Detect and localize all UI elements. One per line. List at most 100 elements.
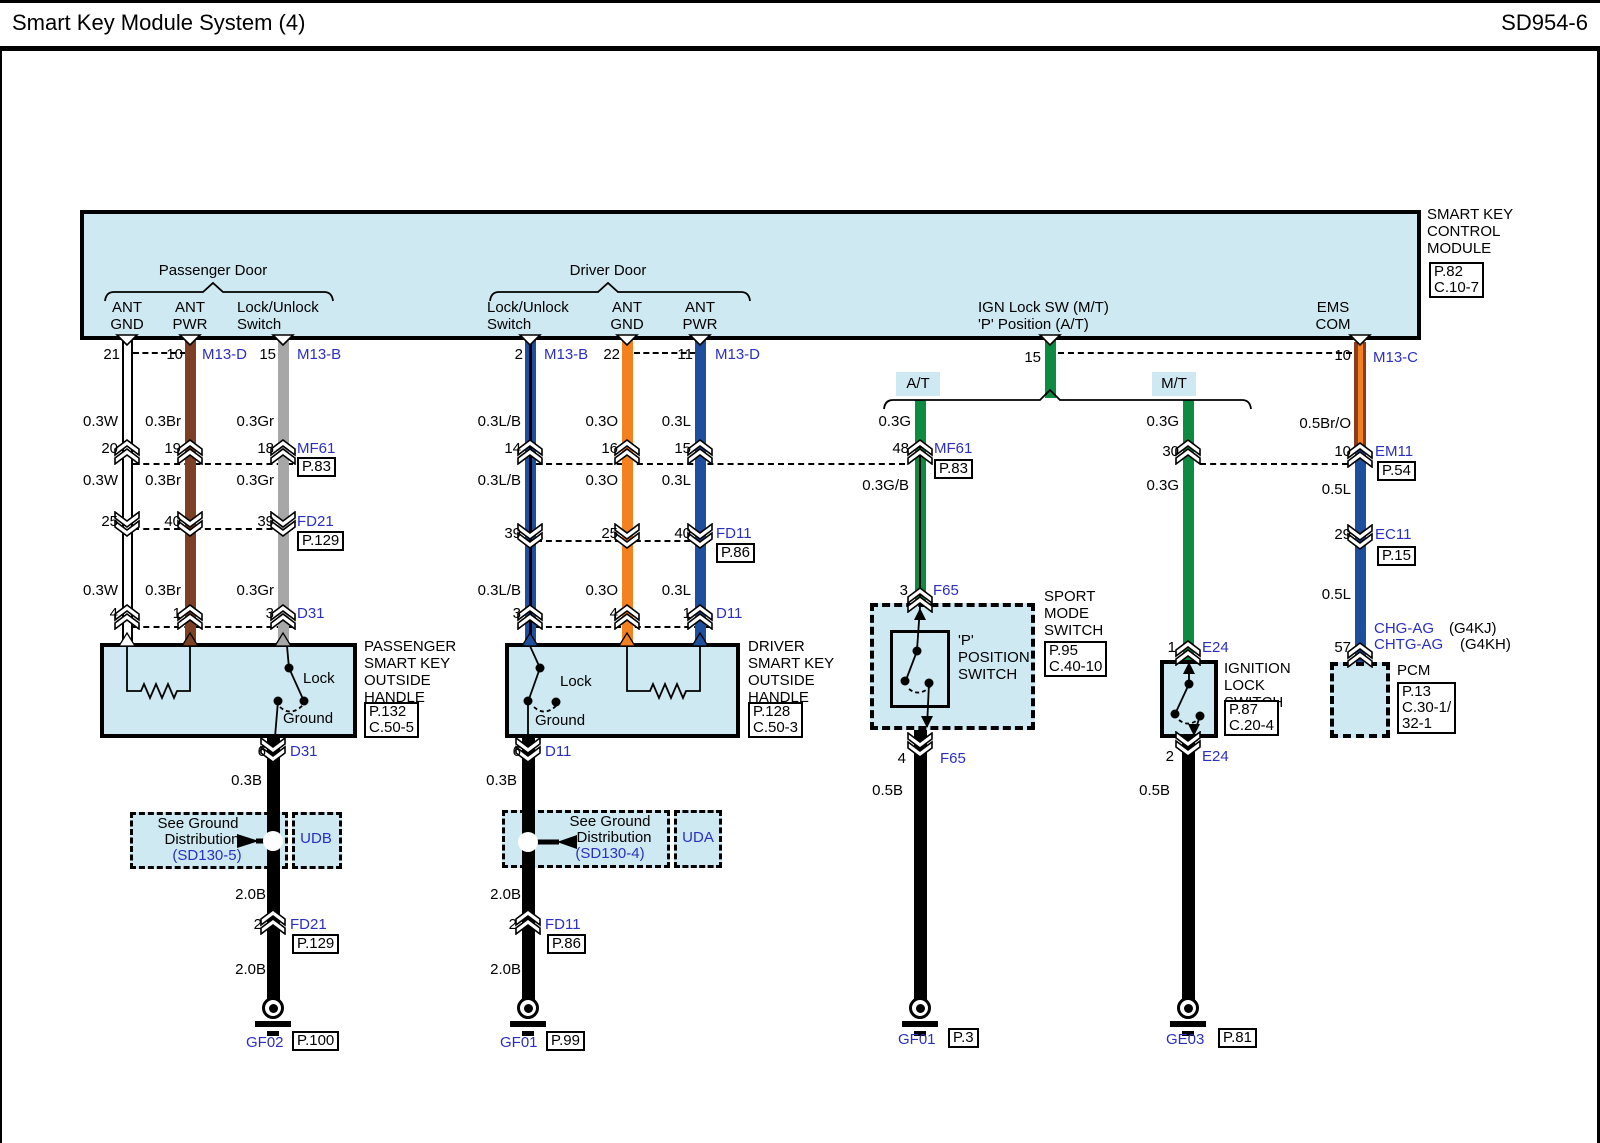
diagram-label: 25 — [601, 525, 618, 542]
diagram-label: 2 — [515, 346, 523, 363]
diagram-label: D31 — [290, 743, 318, 760]
diagram-label: F65 — [940, 750, 966, 767]
diagram-label: ANT GND — [110, 299, 143, 333]
reference-box: P.99 — [546, 1031, 585, 1051]
diagram-label: 0.3W — [83, 582, 118, 599]
diagram-label: 15 — [259, 346, 276, 363]
diagram-label: M13-C — [1373, 349, 1418, 366]
diagram-label: 21 — [103, 346, 120, 363]
reference-box: P.86 — [547, 934, 586, 954]
diagram-label: 2 — [254, 916, 262, 933]
dashed-link-line — [133, 463, 293, 465]
diagram-label: PASSENGER SMART KEY OUTSIDE HANDLE — [364, 638, 456, 706]
diagram-label: 25 — [101, 513, 118, 530]
wire-orange — [622, 340, 633, 646]
reference-box: P.129 — [292, 934, 339, 954]
diagram-label: FD21 — [297, 513, 334, 530]
reference-box: P.15 — [1377, 546, 1416, 566]
diagram-label: 0.3Gr — [236, 472, 274, 489]
diagram-label: 1 — [683, 605, 691, 622]
dashed-link-line — [133, 626, 293, 628]
diagram-label: 0.5B — [1139, 782, 1170, 799]
diagram-label: 0.3G — [878, 413, 911, 430]
diagram-label: 0.3O — [585, 413, 618, 430]
diagram-label: 0.3G — [1146, 413, 1179, 430]
reference-box: P.83 — [297, 457, 336, 477]
diagram-label: Driver Door — [570, 262, 647, 279]
diagram-label: 4 — [110, 605, 118, 622]
diagram-label: 30 — [1162, 443, 1179, 460]
diagram-label: FD11 — [545, 916, 581, 933]
ground-symbol-part — [1184, 1004, 1193, 1013]
diagram-label: SPORT MODE SWITCH — [1044, 588, 1103, 639]
diagram-label: MF61 — [297, 440, 335, 457]
diagram-label: EC11 — [1375, 526, 1411, 543]
wire-gb — [915, 446, 926, 606]
diagram-label: E24 — [1202, 748, 1229, 765]
reference-box: P.81 — [1218, 1028, 1257, 1048]
diagram-label: A/T — [906, 375, 929, 392]
diagram-label: 0.3O — [585, 582, 618, 599]
diagram-label: 4 — [898, 750, 906, 767]
reference-box: P.54 — [1377, 461, 1416, 481]
reference-box: P.82 C.10-7 — [1429, 262, 1484, 298]
junction-dot — [518, 832, 538, 852]
wire-black — [1182, 735, 1195, 1000]
diagram-label: 0.5L — [1322, 481, 1351, 498]
module-pin-notch-icon — [271, 334, 295, 346]
diagram-label: M/T — [1161, 375, 1187, 392]
diagram-label: M13-B — [544, 346, 588, 363]
diagram-label: GE03 — [1166, 1031, 1204, 1048]
diagram-label: 2.0B — [235, 886, 266, 903]
diagram-label: 29 — [1334, 526, 1351, 543]
reference-box: P.3 — [948, 1028, 979, 1048]
dashed-link-line — [536, 463, 905, 465]
diagram-label: See Ground — [158, 815, 239, 832]
diagram-label: (SD130-5) — [172, 847, 241, 864]
reference-box: P.100 — [292, 1031, 339, 1051]
wire-stripe — [919, 446, 922, 606]
connector-icon — [260, 909, 286, 935]
diagram-label: 0.5L — [1322, 586, 1351, 603]
diagram-label: ANT PWR — [683, 299, 718, 333]
diagram-label: 18 — [257, 440, 274, 457]
diagram-label: 1 — [1168, 639, 1176, 656]
reference-box: P.132 C.50-5 — [364, 702, 419, 738]
diagram-label: 19 — [164, 440, 181, 457]
diagram-label: 14 — [504, 440, 521, 457]
diagram-label: 6 — [513, 743, 521, 760]
title-separator — [0, 46, 1600, 51]
diagram-label: Lock — [303, 670, 335, 687]
diagram-label: See Ground — [570, 813, 651, 830]
wire-lb — [525, 340, 536, 646]
diagram-label: MF61 — [934, 440, 972, 457]
reference-box: P.83 — [934, 459, 973, 479]
connector-icon — [1175, 640, 1201, 666]
diagram-label: 40 — [674, 525, 691, 542]
diagram-label: GF01 — [898, 1031, 936, 1048]
diagram-label: EMS COM — [1316, 299, 1351, 333]
ground-symbol-part — [255, 1021, 291, 1027]
diagram-label: 2 — [509, 916, 517, 933]
module-pin-notch-icon — [1038, 334, 1062, 346]
ground-symbol-part — [524, 1004, 533, 1013]
diagram-label: FD11 — [716, 525, 752, 542]
left-border — [0, 51, 2, 1143]
wire-black — [522, 735, 535, 1000]
ground-symbol-part — [269, 1004, 278, 1013]
diagram-label: 0.3O — [585, 472, 618, 489]
diagram-label: 0.3L/B — [478, 582, 521, 599]
ignition-lock-switch-box — [1160, 660, 1218, 738]
diagram-label: Lock/Unlock Switch — [237, 299, 319, 333]
diagram-label: 57 — [1334, 639, 1351, 656]
junction-dot — [263, 831, 283, 851]
module-pin-notch-icon — [518, 334, 542, 346]
diagram-label: 0.3B — [486, 772, 517, 789]
diagram-label: 6 — [258, 743, 266, 760]
diagram-label: 40 — [164, 513, 181, 530]
diagram-label: D31 — [297, 605, 325, 622]
diagram-label: ANT PWR — [173, 299, 208, 333]
diagram-label: 39 — [257, 513, 274, 530]
connector-icon — [515, 909, 541, 935]
wire-stripe — [1358, 342, 1363, 452]
